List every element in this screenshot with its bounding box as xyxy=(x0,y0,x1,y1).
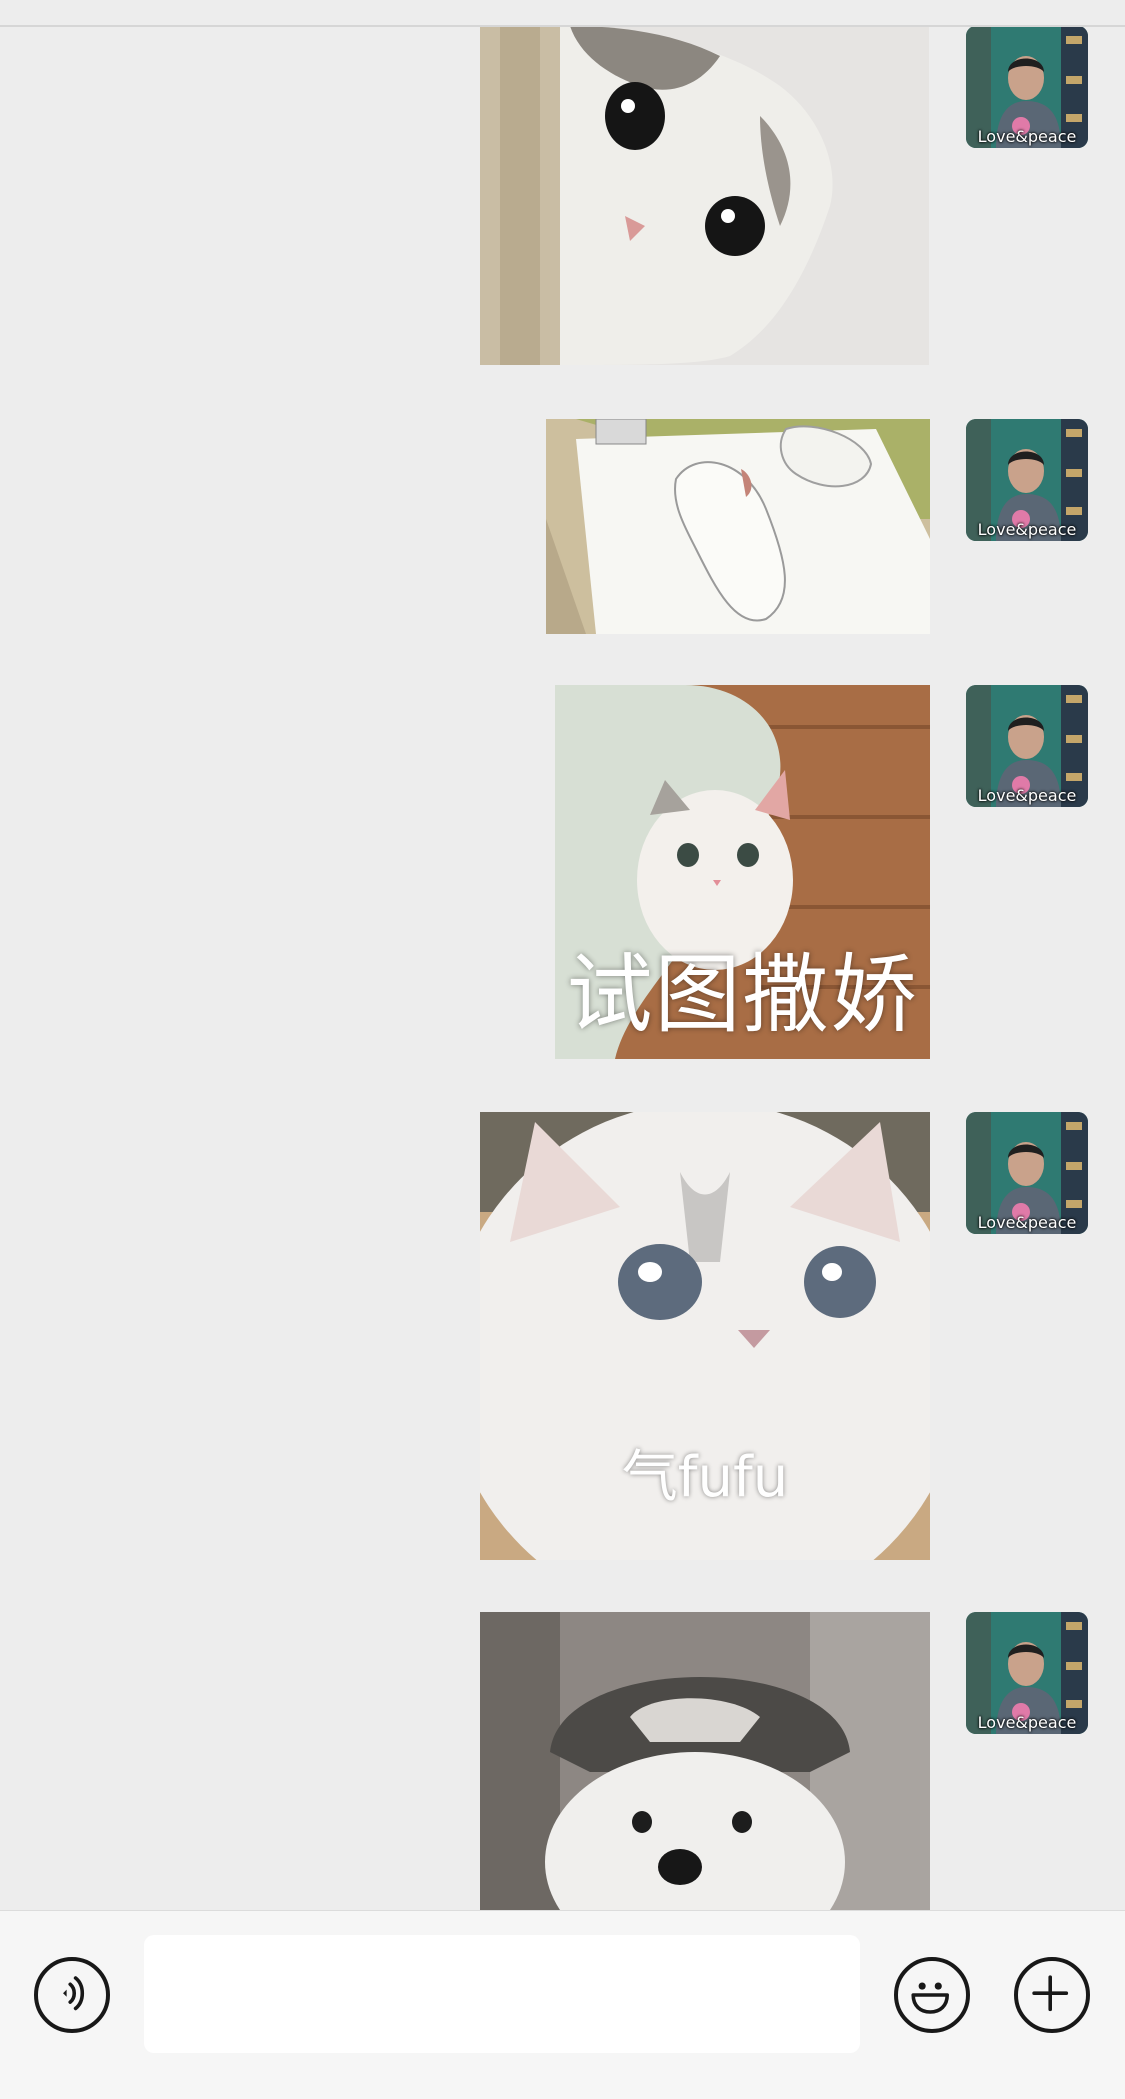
sticker-dog-hat[interactable] xyxy=(480,1612,930,1910)
avatar[interactable]: Love&peace xyxy=(966,685,1088,807)
message-row-3: 试图撒娇 Love&peace xyxy=(0,660,1125,1070)
sticker-caption: 气fufu xyxy=(621,1445,789,1510)
plus-icon xyxy=(1032,1975,1069,2012)
sticker-fluffy-cat[interactable]: 气fufu xyxy=(480,1112,930,1560)
emoji-icon xyxy=(911,1982,949,2014)
avatar[interactable]: Love&peace xyxy=(966,419,1088,541)
sticker-caption: 试图撒娇 xyxy=(566,945,919,1045)
avatar[interactable]: Love&peace xyxy=(966,1112,1088,1234)
plus-button[interactable] xyxy=(1014,1957,1090,2033)
avatar-caption: Love&peace xyxy=(977,520,1077,539)
message-row-1: Love&peace xyxy=(0,0,1125,370)
sticker-kitten-blanket[interactable]: 试图撒娇 xyxy=(555,685,930,1059)
sticker-cat-peeking[interactable] xyxy=(480,26,929,365)
message-row-2: Love&peace xyxy=(0,400,1125,640)
avatar-caption: Love&peace xyxy=(977,127,1077,146)
message-list[interactable]: Love&peace Love&peace 试图撒娇 Love&peace 气f… xyxy=(0,0,1125,1910)
avatar-caption: Love&peace xyxy=(977,1713,1077,1732)
emoji-button[interactable] xyxy=(894,1957,970,2033)
avatar[interactable]: Love&peace xyxy=(966,1612,1088,1734)
message-input[interactable] xyxy=(144,1935,860,2053)
sticker-blanket-roll[interactable] xyxy=(546,419,930,634)
top-bar-edge xyxy=(0,0,1125,27)
input-bar xyxy=(0,1910,1125,2099)
voice-icon xyxy=(63,1976,85,2011)
avatar[interactable]: Love&peace xyxy=(966,26,1088,148)
avatar-caption: Love&peace xyxy=(977,786,1077,805)
message-row-5: Love&peace xyxy=(0,1600,1125,1910)
chat-screen: Love&peace Love&peace 试图撒娇 Love&peace 气f… xyxy=(0,0,1125,2099)
message-row-4: 气fufu Love&peace xyxy=(0,1100,1125,1570)
avatar-caption: Love&peace xyxy=(977,1213,1077,1232)
voice-button[interactable] xyxy=(34,1957,110,2033)
